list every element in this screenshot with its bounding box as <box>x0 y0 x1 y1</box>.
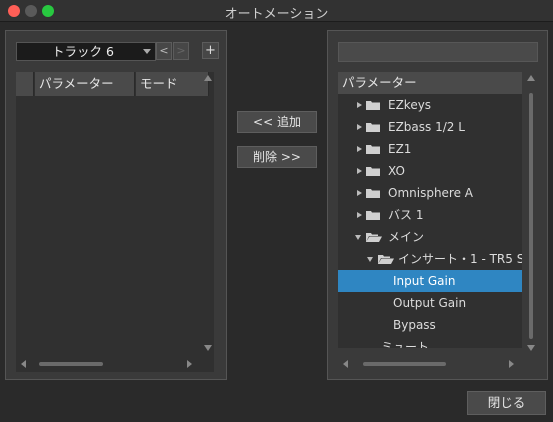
collapse-arrow-icon[interactable] <box>367 257 373 262</box>
expand-arrow-icon[interactable] <box>357 102 362 108</box>
track-selector-value: トラック 6 <box>52 44 114 59</box>
vertical-scrollbar-thumb[interactable] <box>529 93 533 339</box>
remove-parameter-button[interactable]: 削除 >> <box>237 146 317 168</box>
folder-icon <box>366 101 380 110</box>
scroll-down-arrow-icon[interactable] <box>204 345 212 351</box>
collapse-arrow-icon[interactable] <box>355 235 361 240</box>
tree-item-ez1[interactable]: EZ1 <box>338 138 522 160</box>
tree-item-input-gain[interactable]: Input Gain <box>338 270 522 292</box>
folder-icon <box>366 211 380 220</box>
tree-item-label: インサート・1 - TR5 S <box>398 252 522 266</box>
open-folder-icon <box>378 255 394 264</box>
tree-item-label: ミュート <box>381 340 430 348</box>
close-button[interactable]: 閉じる <box>467 391 546 415</box>
folder-icon <box>366 189 380 198</box>
tree-item-mute[interactable]: ミュート <box>338 336 522 348</box>
tree-item-xo[interactable]: XO <box>338 160 522 182</box>
expand-arrow-icon[interactable] <box>357 146 362 152</box>
expand-arrow-icon[interactable] <box>357 124 362 130</box>
tree-item-bypass[interactable]: Bypass <box>338 314 522 336</box>
tree-item-omnisphere[interactable]: Omnisphere A <box>338 182 522 204</box>
tree-item-label: EZkeys <box>388 98 432 112</box>
add-parameter-button[interactable]: << 追加 <box>237 111 317 133</box>
tree-item-label: Input Gain <box>393 274 456 288</box>
tree-column-header[interactable]: パラメーター <box>338 72 522 94</box>
tree-item-ezkeys[interactable]: EZkeys <box>338 94 522 116</box>
tree-item-label: EZ1 <box>388 142 412 156</box>
tree-item-label: Omnisphere A <box>388 186 474 200</box>
expand-arrow-icon[interactable] <box>357 168 362 174</box>
folder-icon <box>366 123 380 132</box>
scroll-down-arrow-icon[interactable] <box>527 345 535 351</box>
tree-item-label: Output Gain <box>393 296 467 310</box>
tree-item-label: Bypass <box>393 318 436 332</box>
add-track-button[interactable]: + <box>202 42 219 59</box>
scroll-left-arrow-icon[interactable] <box>343 360 348 368</box>
available-parameters-panel: パラメーター EZkeys EZbass 1/2 L EZ1 XO Omnisp… <box>327 30 548 380</box>
column-header-parameter[interactable]: パラメーター <box>35 72 135 96</box>
tree-item-output-gain[interactable]: Output Gain <box>338 292 522 314</box>
scroll-up-arrow-icon[interactable] <box>204 75 212 81</box>
tree-item-label: EZbass 1/2 L <box>388 120 465 134</box>
open-folder-icon <box>366 233 382 242</box>
tree-item-bus-1[interactable]: バス 1 <box>338 204 522 226</box>
expand-arrow-icon[interactable] <box>357 212 362 218</box>
chevron-down-icon <box>143 49 151 54</box>
scroll-left-arrow-icon[interactable] <box>21 360 26 368</box>
folder-icon <box>366 167 380 176</box>
tree-item-main[interactable]: メイン <box>338 226 522 248</box>
scroll-right-arrow-icon[interactable] <box>509 360 514 368</box>
next-track-button[interactable]: > <box>173 42 189 60</box>
window-title: オートメーション <box>224 7 329 22</box>
tree-item-insert-1[interactable]: インサート・1 - TR5 S <box>338 248 522 270</box>
scroll-right-arrow-icon[interactable] <box>187 360 192 368</box>
expand-arrow-icon[interactable] <box>357 190 362 196</box>
tree-item-label: バス 1 <box>388 208 424 222</box>
track-selector[interactable]: トラック 6 <box>16 42 156 61</box>
horizontal-scrollbar-thumb[interactable] <box>39 362 103 366</box>
search-input[interactable] <box>338 42 538 62</box>
assigned-parameter-list[interactable]: パラメーター モード <box>16 72 214 372</box>
column-header-blank[interactable] <box>16 72 34 96</box>
parameter-tree[interactable]: パラメーター EZkeys EZbass 1/2 L EZ1 XO Omnisp… <box>338 72 522 348</box>
column-header-mode[interactable]: モード <box>136 72 209 96</box>
tree-item-label: XO <box>388 164 405 178</box>
tree-item-label: メイン <box>388 230 425 244</box>
folder-icon <box>366 145 380 154</box>
horizontal-scrollbar-thumb[interactable] <box>363 362 446 366</box>
title-bar: オートメーション <box>0 0 553 22</box>
assigned-parameters-panel: トラック 6 < > + パラメーター モード <box>5 30 227 380</box>
scroll-up-arrow-icon[interactable] <box>527 75 535 81</box>
tree-item-ezbass[interactable]: EZbass 1/2 L <box>338 116 522 138</box>
previous-track-button[interactable]: < <box>156 42 172 60</box>
